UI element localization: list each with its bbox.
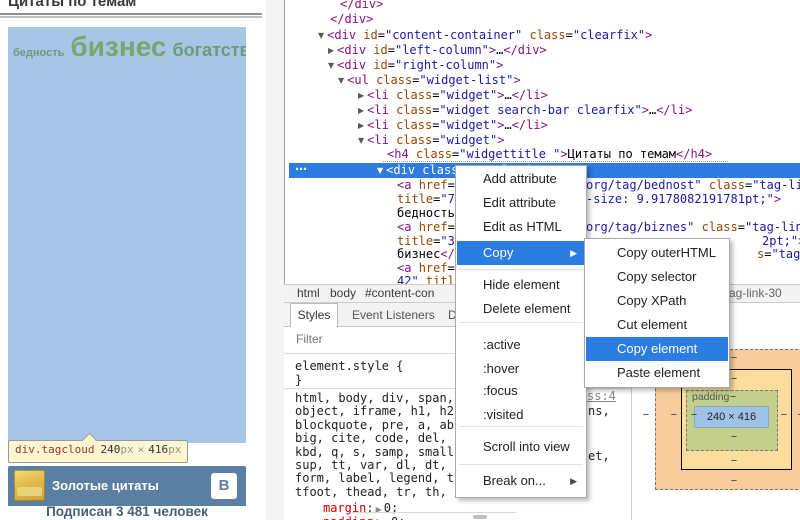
menu-item-scroll-into-view[interactable]: Scroll into view — [457, 435, 585, 459]
menu-item-copy-selector[interactable]: Copy selector — [586, 265, 728, 289]
breadcrumb-html[interactable]: html — [297, 285, 320, 302]
dom-overflow-marker[interactable]: ⋯ — [295, 162, 308, 177]
menu-item-hover[interactable]: :hover — [457, 357, 585, 381]
dom-row[interactable]: ▶<div id="left-column">…</div> — [328, 43, 547, 58]
menu-item-visited[interactable]: :visited — [457, 403, 585, 427]
tab-event-listeners[interactable]: Event Listeners — [352, 303, 435, 327]
menu-item-add-attribute[interactable]: Add attribute — [457, 167, 585, 191]
dom-row-fragment[interactable]: -size: 9.9178082191781pt;"> — [586, 192, 781, 207]
menu-item-edit-as-html[interactable]: Edit as HTML — [457, 215, 585, 239]
menu-item-cut-element[interactable]: Cut element — [586, 313, 728, 337]
dom-row[interactable]: </div> — [340, 0, 383, 12]
submenu-arrow-icon: ▶ — [570, 241, 577, 265]
box-model-value-dash[interactable]: − — [728, 455, 740, 467]
tooltip-width: 240 — [100, 443, 120, 456]
box-model-content-size: 240 × 416 — [694, 406, 769, 428]
box-model-value-dash[interactable]: − — [778, 409, 790, 421]
element-style-rule[interactable]: element.style { — [295, 360, 403, 373]
menu-item-copy[interactable]: Copy▶ — [457, 241, 585, 265]
screenshot-root: Цитаты по темам бедностьбизнесбогатствоб… — [0, 0, 800, 520]
dom-row[interactable]: ▶<li class="widget">…</li> — [358, 118, 548, 133]
menu-separator — [459, 322, 583, 323]
copy-submenu: Copy outerHTMLCopy selectorCopy XPathCut… — [584, 238, 730, 388]
dom-row[interactable]: ▶<li class="widget">…</li> — [358, 88, 548, 103]
inspect-tooltip: div.tagcloud240px×416px — [8, 440, 188, 463]
box-model-value-dash[interactable]: − — [728, 475, 740, 487]
dom-row-fragment[interactable]: org/tag/biznes" class="tag-link-43 — [586, 220, 800, 235]
dom-row[interactable]: ▼<div id="right-column"> — [328, 58, 503, 73]
submenu-arrow-icon: ▶ — [570, 469, 577, 493]
breadcrumb-content-con[interactable]: #content-con — [365, 285, 434, 302]
tab-styles[interactable]: Styles — [290, 303, 338, 327]
menu-separator — [459, 269, 583, 270]
box-model-padding-label: padding — [692, 391, 729, 403]
breadcrumb-body[interactable]: body — [330, 285, 356, 302]
box-model-value-dash[interactable]: − — [640, 409, 652, 421]
dom-row[interactable]: <a href= — [397, 178, 455, 193]
menu-item-delete-element[interactable]: Delete element — [457, 297, 585, 321]
stylesheet-source-link[interactable]: ss:4 — [587, 390, 616, 403]
dom-row[interactable]: ▼<div id="content-container" class="clea… — [318, 28, 652, 43]
css-property-padding[interactable]: padding:▶0; — [323, 516, 405, 520]
dom-row[interactable]: ▶<li class="widget search-bar clearfix">… — [358, 103, 692, 118]
dom-row[interactable]: <h4 class="widgettitle ">Цитаты по темам… — [387, 147, 712, 162]
box-model-value-dash[interactable]: − — [728, 431, 740, 443]
menu-item-break-on[interactable]: Break on...▶ — [457, 469, 585, 493]
box-model-value-dash[interactable]: − — [688, 409, 700, 421]
box-model-value-dash[interactable]: − — [668, 409, 680, 421]
css-selector-tail: ns, — [588, 405, 610, 418]
dom-row[interactable]: бизнес</ — [397, 247, 455, 262]
menu-item-copy-xpath[interactable]: Copy XPath — [586, 289, 728, 313]
box-model-value-dash[interactable]: − — [795, 409, 800, 421]
box-model-value-dash[interactable]: − — [727, 391, 739, 403]
metrics-scroll-grip[interactable] — [473, 515, 487, 519]
dom-row-fragment[interactable]: org/tag/bednost" class="tag-link-3 — [586, 178, 800, 193]
menu-item-hide-element[interactable]: Hide element — [457, 273, 585, 297]
dom-row[interactable]: title="7 — [397, 192, 455, 207]
css-rule-selectors[interactable]: html, body, div, span, object, iframe, h… — [295, 392, 454, 499]
dom-row[interactable]: </div> — [330, 12, 373, 27]
menu-separator — [459, 426, 583, 427]
menu-item-paste-element[interactable]: Paste element — [586, 361, 728, 385]
menu-item-focus[interactable]: :focus — [457, 379, 585, 403]
menu-item-copy-element[interactable]: Copy element — [586, 337, 728, 361]
breadcrumb-tail-fragment[interactable]: ag-link-30 — [729, 285, 782, 302]
tooltip-height: 416 — [148, 443, 168, 456]
dom-row[interactable]: <a href= — [397, 220, 455, 235]
dom-row[interactable]: ▼<li class="widget"> — [358, 133, 504, 148]
dom-row[interactable]: бедность — [397, 206, 455, 221]
menu-item-active[interactable]: :active — [457, 333, 585, 357]
dom-row-fragment[interactable]: s="tag-link — [757, 247, 800, 262]
menu-item-edit-attribute[interactable]: Edit attribute — [457, 191, 585, 215]
element-context-menu: Add attributeEdit attributeEdit as HTMLC… — [455, 165, 587, 498]
metrics-bottom-divider — [352, 512, 516, 513]
menu-item-copy-outerhtml[interactable]: Copy outerHTML — [586, 241, 728, 265]
menu-separator — [459, 464, 583, 465]
dom-row[interactable]: ▼<ul class="widget-list"> — [338, 73, 521, 88]
css-selector-tail: et, — [588, 450, 610, 463]
tooltip-selector: div.tagcloud — [15, 443, 94, 456]
